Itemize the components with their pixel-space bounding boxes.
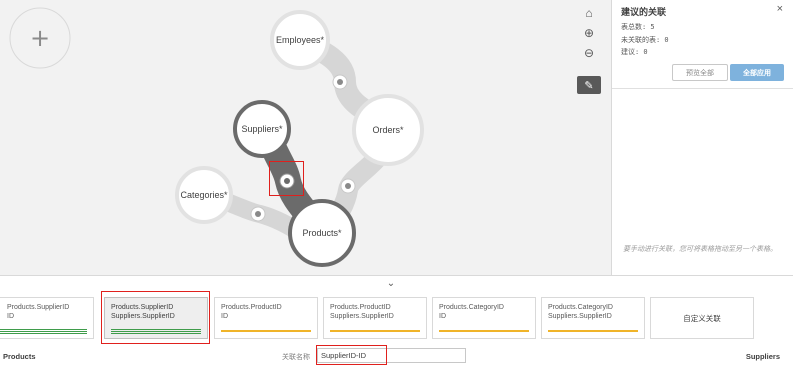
zoom-out-icon[interactable]: ⊖ [580, 44, 598, 62]
custom-association-button[interactable]: 自定义关联 [650, 297, 754, 339]
match-strength-bar [330, 330, 420, 332]
left-table-name: Products [3, 352, 36, 361]
association-card[interactable]: Products.CategoryID Suppliers.SupplierID [541, 297, 645, 339]
suggestions-stat: 建议: 0 [621, 48, 648, 56]
card-line-2: Suppliers.SupplierID [548, 313, 612, 320]
table-label-products: Products* [302, 228, 342, 238]
table-label-categories: Categories* [180, 190, 228, 200]
table-label-employees: Employees* [276, 35, 325, 45]
relation-name-label: 关联名称 [282, 354, 310, 361]
panel-divider [612, 88, 793, 89]
card-line-1: Products.CategoryID [548, 304, 613, 311]
home-icon[interactable]: ⌂ [580, 4, 598, 22]
add-plus-icon[interactable]: + [30, 24, 50, 52]
manual-association-hint: 要手动进行关联，您可将表格拖动至另一个表格。 [623, 246, 777, 253]
association-card[interactable]: Products.ProductID Suppliers.SupplierID [323, 297, 427, 339]
right-table-name: Suppliers [745, 352, 780, 361]
relation-name-input[interactable] [317, 348, 466, 363]
custom-association-label: 自定义关联 [683, 313, 721, 323]
association-card[interactable]: Products.CategoryID ID [432, 297, 536, 339]
card-line-2: ID [439, 313, 446, 320]
card-line-1: Products.SupplierID [111, 304, 174, 311]
table-label-suppliers: Suppliers* [241, 124, 283, 134]
association-card-selected[interactable]: Products.SupplierID Suppliers.SupplierID [104, 297, 208, 339]
preview-all-button[interactable]: 预览全部 [672, 64, 728, 81]
match-strength-bar [111, 329, 201, 334]
link-handle-dot [284, 178, 290, 184]
association-card[interactable]: Products.SupplierID ID [0, 297, 94, 339]
apply-all-button[interactable]: 全部应用 [730, 64, 784, 81]
link-handle-dot [345, 183, 351, 189]
card-line-1: Products.CategoryID [439, 304, 504, 311]
table-label-orders: Orders* [372, 125, 404, 135]
unrelated-tables-stat: 未关联的表: 0 [621, 36, 669, 44]
card-line-1: Products.SupplierID [7, 304, 70, 311]
data-model-canvas[interactable]: Employees* Suppliers* Orders* Categories… [0, 0, 611, 275]
tools-icon[interactable]: ✎ [577, 76, 601, 94]
match-strength-bar [548, 330, 638, 332]
recommended-associations-panel: 建议的关联 × 表总数: 5 未关联的表: 0 建议: 0 预览全部 全部应用 … [611, 0, 793, 275]
total-tables-stat: 表总数: 5 [621, 23, 655, 31]
chevron-down-icon[interactable]: ⌄ [385, 278, 397, 290]
match-strength-bar [439, 330, 529, 332]
card-line-1: Products.ProductID [221, 304, 282, 311]
table-association-graph: Employees* Suppliers* Orders* Categories… [9, 7, 424, 267]
card-line-1: Products.ProductID [330, 304, 391, 311]
card-line-2: ID [7, 313, 14, 320]
match-strength-bar [221, 330, 311, 332]
card-line-2: ID [221, 313, 228, 320]
link-handle-dot [255, 211, 261, 217]
card-line-2: Suppliers.SupplierID [111, 313, 175, 320]
panel-title: 建议的关联 [621, 7, 667, 17]
card-line-2: Suppliers.SupplierID [330, 313, 394, 320]
association-editor: ⌄ Products.SupplierID ID Products.Suppli… [0, 275, 793, 369]
link-handle-dot [337, 79, 343, 85]
match-strength-bar [0, 329, 87, 334]
close-icon[interactable]: × [777, 3, 783, 15]
association-card[interactable]: Products.ProductID ID [214, 297, 318, 339]
zoom-in-icon[interactable]: ⊕ [580, 24, 598, 42]
